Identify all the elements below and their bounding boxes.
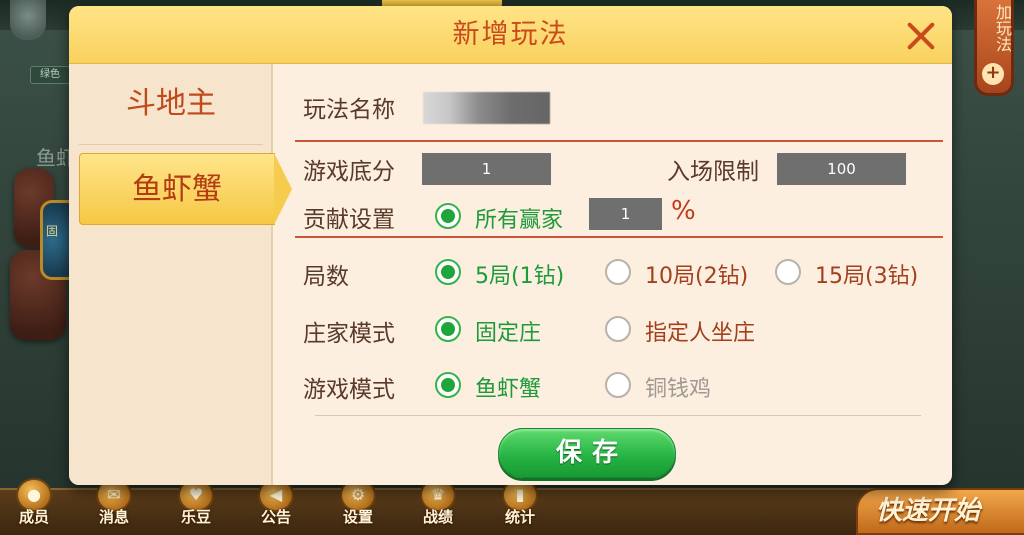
- banker-mode-label: 庄家模式: [303, 321, 395, 347]
- close-icon[interactable]: [901, 16, 941, 56]
- nav-label: 设置: [342, 508, 373, 526]
- add-play-dialog: 新增玩法 斗地主 鱼虾蟹 玩法名称 游戏底分 1 入场限制 100 贡献设置 所…: [69, 6, 952, 485]
- rounds-option-radio[interactable]: [775, 259, 801, 285]
- nav-stats[interactable]: ▮ 统计: [494, 478, 546, 535]
- nav-beans[interactable]: ♥ 乐豆: [170, 478, 222, 535]
- contribution-input[interactable]: 1: [589, 198, 662, 230]
- section-divider: [295, 140, 943, 142]
- save-button[interactable]: 保存: [498, 428, 676, 478]
- nav-label: 统计: [504, 508, 535, 526]
- nav-settings[interactable]: ⚙ 设置: [332, 478, 384, 535]
- avatar: [10, 0, 46, 40]
- rounds-option-label[interactable]: 5局(1钻): [475, 258, 564, 290]
- room-tag: 绿色: [30, 66, 70, 84]
- nav-label: 乐豆: [180, 508, 211, 526]
- sidebar-divider: [79, 144, 263, 145]
- game-mode-yuxiaxie-radio[interactable]: [435, 372, 461, 398]
- game-mode-tongqianji-radio[interactable]: [605, 372, 631, 398]
- entry-limit-label: 入场限制: [667, 159, 759, 185]
- play-settings-form: 玩法名称 游戏底分 1 入场限制 100 贡献设置 所有赢家 1 % 局数 5局…: [275, 64, 952, 485]
- rounds-label: 局数: [303, 264, 349, 290]
- nav-label: 成员: [18, 508, 49, 526]
- entry-limit-input[interactable]: 100: [777, 153, 906, 185]
- game-mode-label: 游戏模式: [303, 377, 395, 403]
- nav-label: 公告: [260, 508, 291, 526]
- nav-label: 战绩: [422, 508, 453, 526]
- base-score-label: 游戏底分: [303, 159, 395, 185]
- sidebar-item-doudizhu[interactable]: 斗地主: [69, 66, 273, 142]
- quick-start-button[interactable]: 快速开始: [856, 488, 1024, 535]
- rounds-option-radio[interactable]: [435, 259, 461, 285]
- banker-assigned-label[interactable]: 指定人坐庄: [645, 315, 755, 347]
- percent-unit: %: [671, 196, 696, 226]
- play-type-sidebar: 斗地主 鱼虾蟹: [69, 64, 292, 485]
- play-name-input[interactable]: [423, 92, 550, 124]
- contribution-label: 贡献设置: [303, 207, 395, 233]
- nav-records[interactable]: ♛ 战绩: [412, 478, 464, 535]
- banker-fixed-label[interactable]: 固定庄: [475, 315, 541, 347]
- game-mode-tongqianji-label[interactable]: 铜钱鸡: [645, 371, 711, 403]
- base-score-input[interactable]: 1: [422, 153, 551, 185]
- dialog-title: 新增玩法: [452, 19, 569, 50]
- section-divider: [295, 236, 943, 238]
- table-label: 固: [46, 224, 59, 238]
- banker-fixed-radio[interactable]: [435, 316, 461, 342]
- banker-assigned-radio[interactable]: [605, 316, 631, 342]
- sidebar-item-yuxiaxie[interactable]: 鱼虾蟹: [79, 153, 275, 225]
- plus-icon[interactable]: +: [982, 63, 1004, 85]
- game-mode-yuxiaxie-label[interactable]: 鱼虾蟹: [475, 371, 541, 403]
- rounds-option-label[interactable]: 15局(3钻): [815, 258, 918, 290]
- nav-members[interactable]: ● 成员: [8, 478, 60, 535]
- nav-messages[interactable]: ✉ 消息: [88, 478, 140, 535]
- rounds-option-label[interactable]: 10局(2钻): [645, 258, 748, 290]
- rounds-option-radio[interactable]: [605, 259, 631, 285]
- play-name-label: 玩法名称: [303, 97, 395, 123]
- nav-label: 消息: [98, 508, 129, 526]
- footer-divider: [315, 415, 921, 416]
- nav-announcement[interactable]: ◀ 公告: [250, 478, 302, 535]
- contribution-all-winners-radio[interactable]: [435, 203, 461, 229]
- contribution-all-winners-label[interactable]: 所有赢家: [475, 202, 563, 234]
